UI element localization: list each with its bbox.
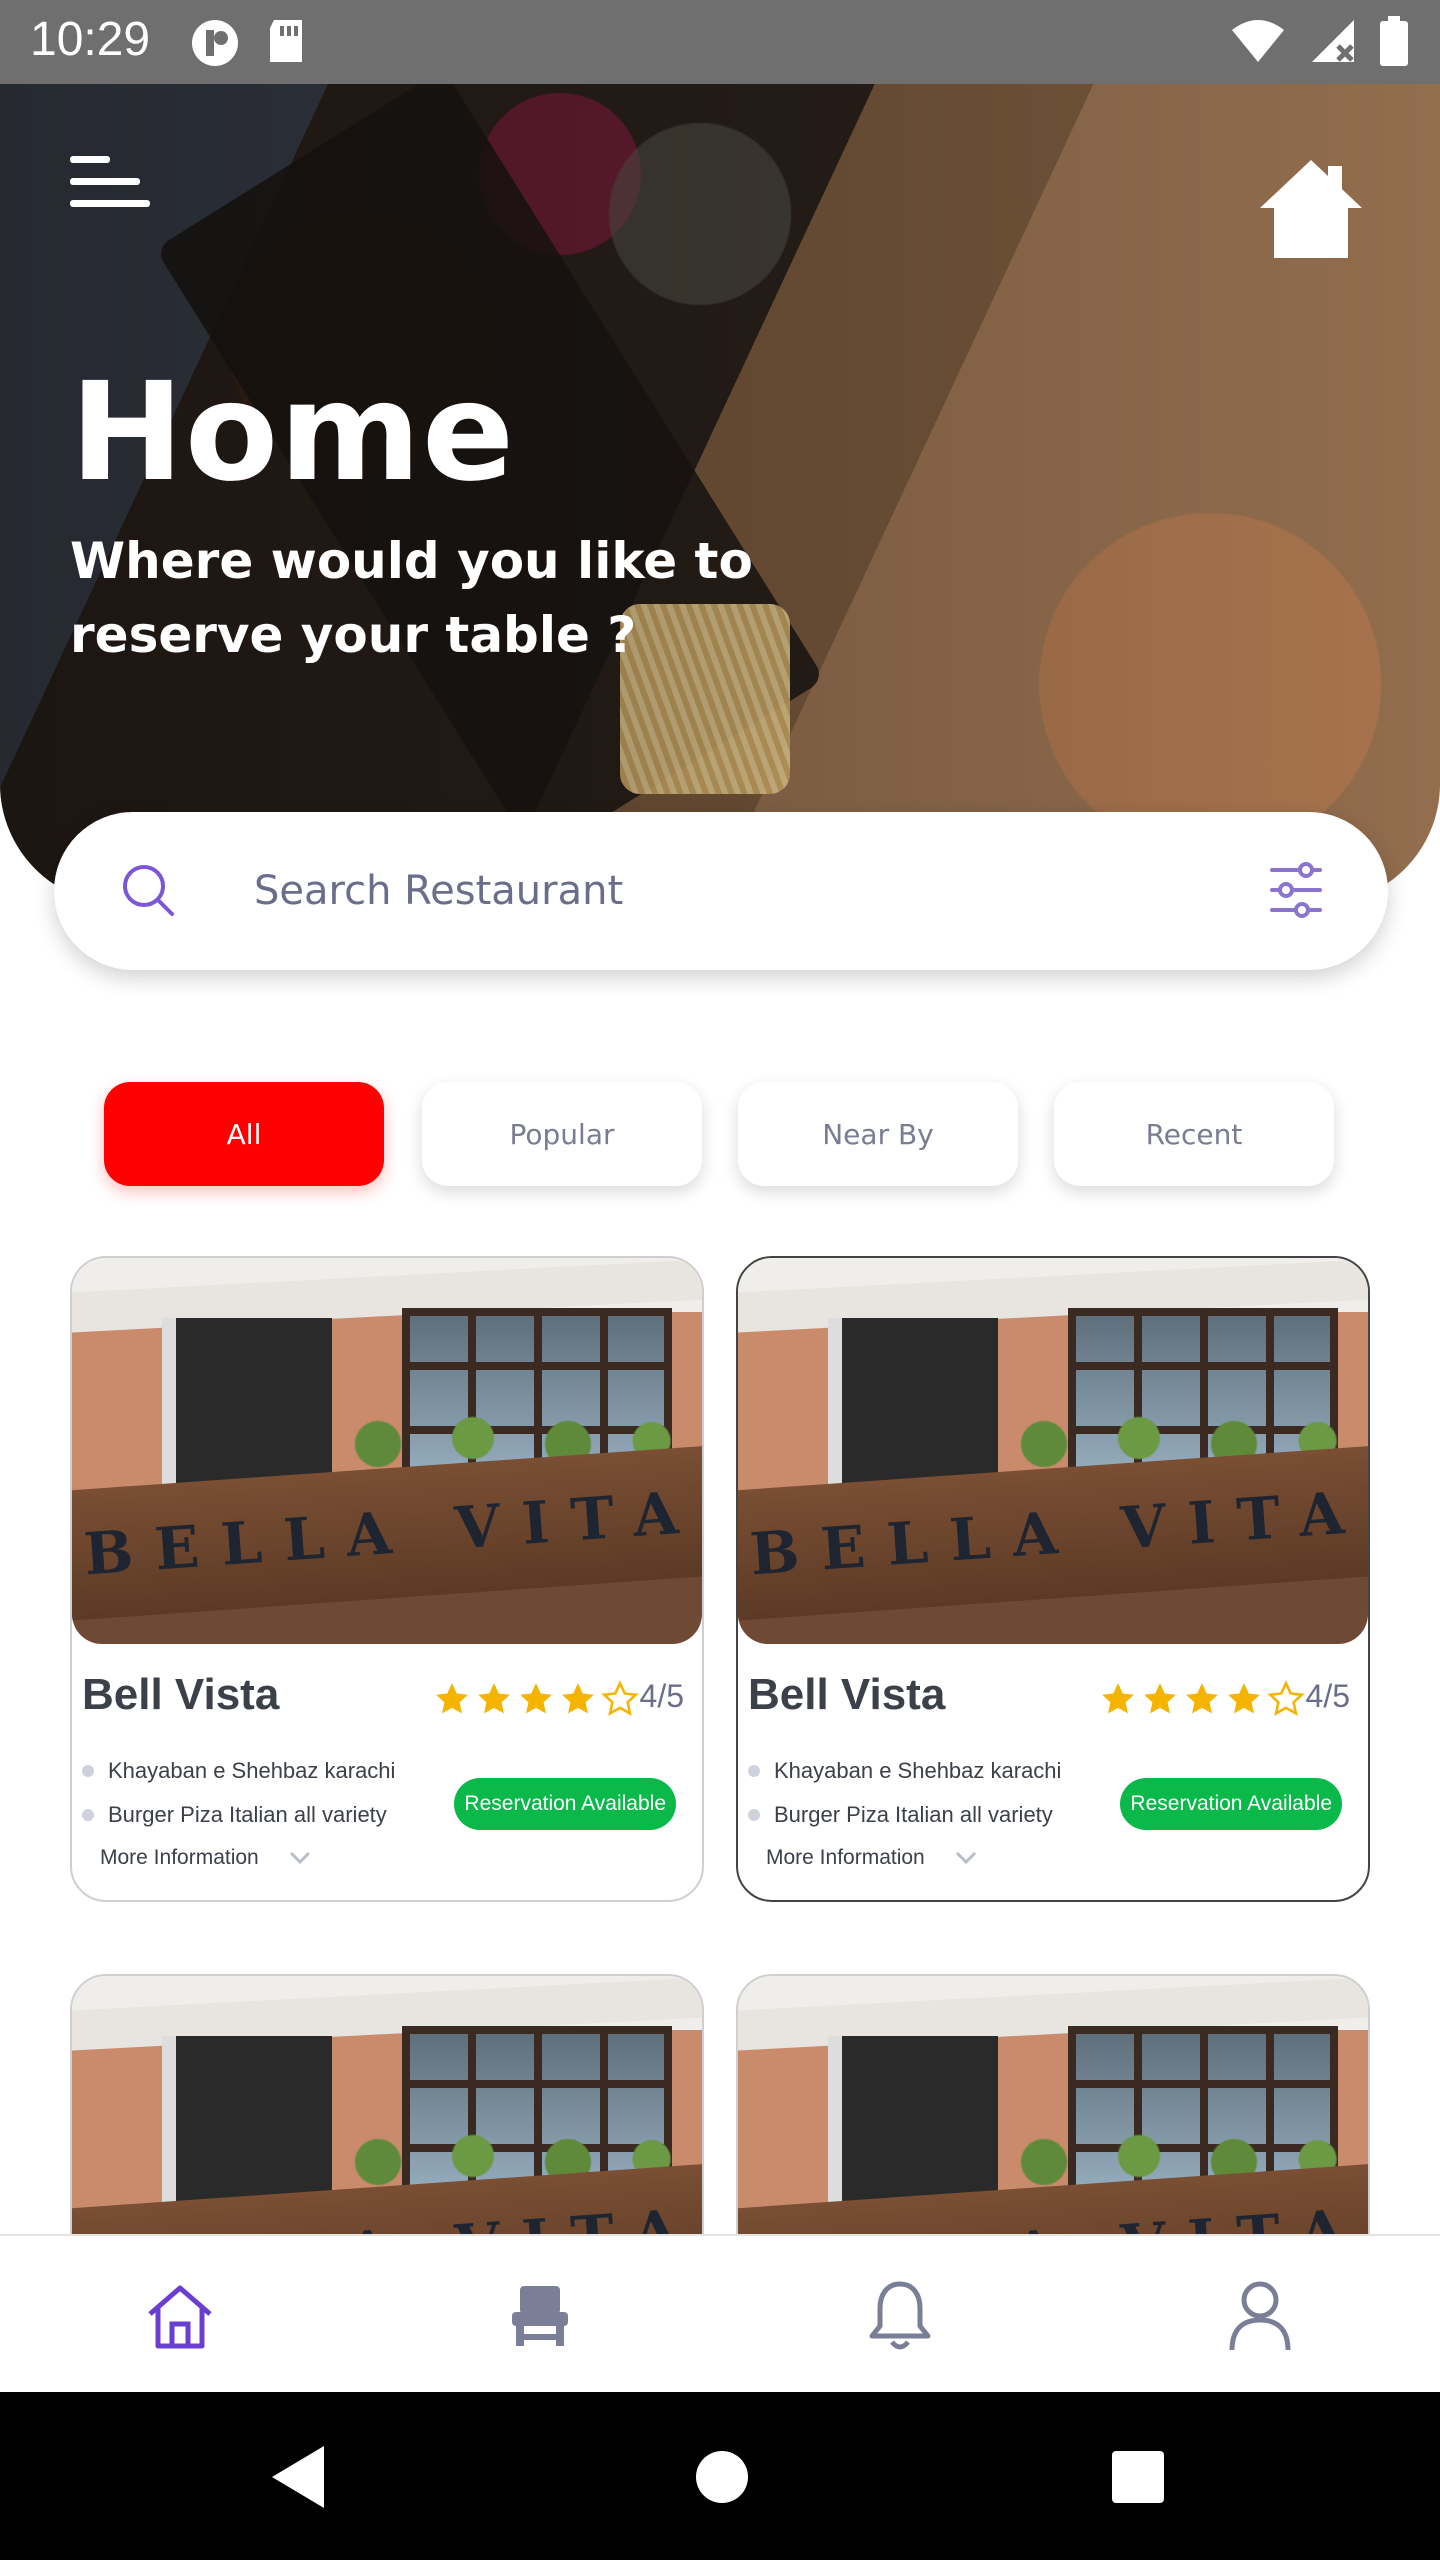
more-information-label: More Information (100, 1846, 259, 1869)
star-filled-icon (1186, 1683, 1218, 1714)
tab-near-by[interactable]: Near By (738, 1082, 1018, 1186)
nav-chair-icon[interactable] (498, 2274, 582, 2358)
hero-banner: Home Where would you like to reserve you… (0, 84, 1440, 904)
nav-bell-icon[interactable] (858, 2274, 942, 2358)
star-filled-icon (478, 1683, 510, 1714)
tab-recent[interactable]: Recent (1054, 1082, 1334, 1186)
address-line: Khayaban e Shehbaz karachi (82, 1758, 395, 1784)
home-circle-icon[interactable] (690, 2442, 754, 2516)
location-pin-icon (82, 1765, 94, 1777)
filter-sliders-icon[interactable] (1268, 860, 1324, 924)
search-input[interactable] (254, 846, 1214, 936)
bottom-navigation (0, 2234, 1440, 2392)
hamburger-menu-icon[interactable] (66, 148, 150, 218)
more-information-toggle[interactable]: More Information (766, 1846, 977, 1870)
recent-apps-icon[interactable] (1106, 2442, 1170, 2516)
chevron-down-icon (289, 1851, 310, 1865)
restaurant-card[interactable]: BELLA VITA Bell Vista 4/5 Khayaban e She… (736, 1256, 1370, 1902)
food-icon (82, 1809, 94, 1821)
star-outline-icon (1267, 1680, 1305, 1716)
search-icon[interactable] (118, 860, 178, 924)
restaurant-cuisine: Burger Piza Italian all variety (774, 1802, 1053, 1827)
more-information-toggle[interactable]: More Information (100, 1846, 311, 1870)
star-filled-icon (1102, 1683, 1134, 1714)
restaurant-address: Khayaban e Shehbaz karachi (774, 1758, 1062, 1783)
sd-card-icon (266, 18, 306, 72)
rating-value: 4/5 (639, 1678, 684, 1714)
star-outline-icon (601, 1680, 639, 1716)
battery-icon (1380, 16, 1408, 70)
nav-home-icon[interactable] (138, 2274, 222, 2358)
status-time: 10:29 (30, 13, 151, 66)
restaurant-cuisine: Burger Piza Italian all variety (108, 1802, 387, 1827)
food-icon (748, 1809, 760, 1821)
tab-all[interactable]: All (104, 1082, 384, 1186)
nav-user-icon[interactable] (1218, 2274, 1302, 2358)
star-rating (1098, 1680, 1306, 1718)
reservation-status-badge: Reservation Available (1120, 1778, 1342, 1830)
address-line: Khayaban e Shehbaz karachi (748, 1758, 1061, 1784)
star-filled-icon (1144, 1683, 1176, 1714)
cuisine-line: Burger Piza Italian all variety (82, 1802, 387, 1828)
star-filled-icon (436, 1683, 468, 1714)
star-filled-icon (520, 1683, 552, 1714)
restaurant-address: Khayaban e Shehbaz karachi (108, 1758, 396, 1783)
location-pin-icon (748, 1765, 760, 1777)
app-badge-icon (190, 18, 240, 72)
tab-popular[interactable]: Popular (422, 1082, 702, 1186)
home-icon[interactable] (1256, 154, 1366, 264)
reservation-status-badge: Reservation Available (454, 1778, 676, 1830)
restaurant-name: Bell Vista (82, 1670, 280, 1719)
chevron-down-icon (955, 1851, 976, 1865)
rating-value: 4/5 (1305, 1678, 1350, 1714)
restaurant-image: BELLA VITA (72, 1258, 702, 1644)
hero-subtitle: Where would you like to reserve your tab… (70, 532, 753, 664)
system-navigation-bar (0, 2392, 1440, 2560)
star-rating (432, 1680, 640, 1718)
search-bar (54, 812, 1388, 970)
signal-no-data-icon (1308, 16, 1358, 70)
status-bar: 10:29 (0, 0, 1440, 84)
restaurant-card[interactable]: BELLA VITA Bell Vista 4/5 Khayaban e She… (70, 1256, 704, 1902)
star-filled-icon (562, 1683, 594, 1714)
back-icon[interactable] (268, 2442, 332, 2516)
wifi-icon (1230, 18, 1286, 68)
restaurant-image: BELLA VITA (738, 1258, 1368, 1644)
page-title: Home (70, 354, 516, 512)
cuisine-line: Burger Piza Italian all variety (748, 1802, 1053, 1828)
restaurant-name: Bell Vista (748, 1670, 946, 1719)
more-information-label: More Information (766, 1846, 925, 1869)
star-filled-icon (1228, 1683, 1260, 1714)
